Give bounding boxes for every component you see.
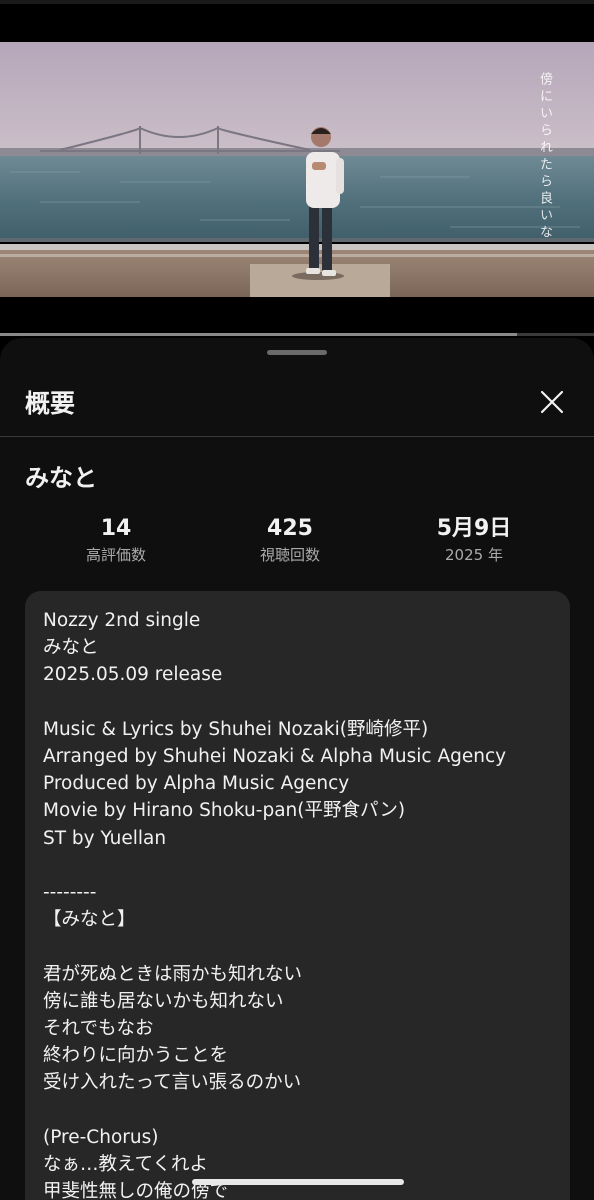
publish-date: 5月9日 — [436, 516, 512, 541]
stat-likes: 14 高評価数 — [26, 514, 206, 566]
sheet-header: 概要 — [0, 374, 594, 436]
close-button[interactable] — [532, 382, 572, 422]
video-frame-image — [0, 42, 594, 297]
description-text: Nozzy 2nd single みなと 2025.05.09 release … — [43, 610, 507, 1200]
sheet-title: 概要 — [25, 389, 76, 418]
video-player[interactable]: 傍にいられたら良いな — [0, 42, 594, 297]
home-indicator[interactable] — [192, 1179, 404, 1185]
likes-count: 14 — [100, 516, 132, 541]
header-divider — [0, 436, 594, 437]
description-card[interactable]: Nozzy 2nd single みなと 2025.05.09 release … — [25, 591, 570, 1200]
close-icon — [540, 390, 564, 414]
video-progress-fill — [0, 333, 517, 336]
views-count: 425 — [267, 516, 313, 541]
publish-year: 2025 年 — [445, 546, 503, 564]
video-title: みなと — [25, 464, 97, 492]
views-label: 視聴回数 — [259, 546, 320, 564]
description-sheet: 概要 みなと 14 高評価数 425 視聴回数 5月9日 2025 年 Nozz… — [0, 338, 594, 1200]
video-caption-overlay: 傍にいられたら良いな — [537, 72, 552, 242]
status-bar — [0, 0, 594, 4]
sheet-drag-handle[interactable] — [267, 350, 327, 355]
video-stats: 14 高評価数 425 視聴回数 5月9日 2025 年 — [0, 514, 594, 574]
stat-date: 5月9日 2025 年 — [384, 514, 564, 566]
video-progress-bar[interactable] — [0, 333, 594, 336]
likes-label: 高評価数 — [85, 546, 146, 564]
stat-views: 425 視聴回数 — [200, 514, 380, 566]
screen: 傍にいられたら良いな 概要 みなと 14 高評価数 425 視聴回数 5月9日 … — [0, 0, 594, 1200]
